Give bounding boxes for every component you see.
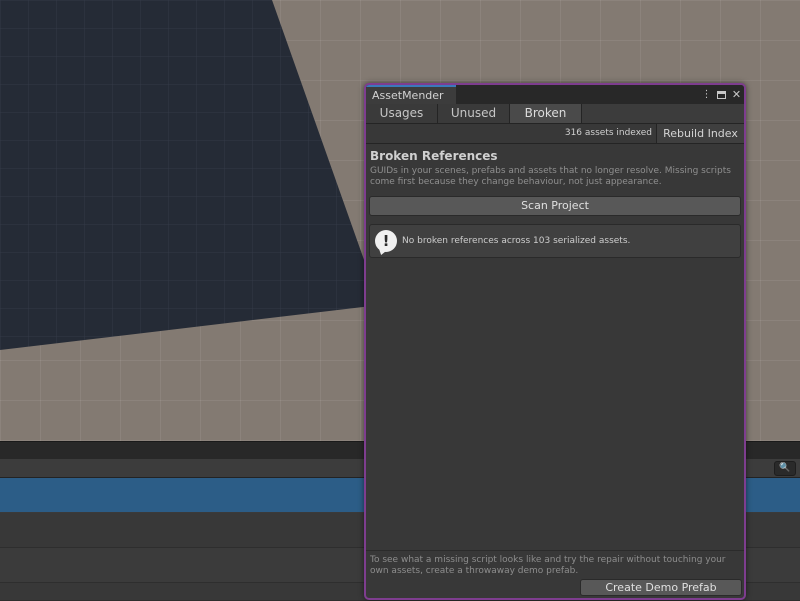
window-title-tab[interactable]: AssetMender xyxy=(366,85,456,104)
close-icon[interactable]: ✕ xyxy=(731,88,742,102)
maximize-glyph xyxy=(717,90,726,99)
window-controls: ⋮ ✕ xyxy=(701,86,742,103)
footer-divider xyxy=(366,550,744,551)
tab-broken[interactable]: Broken xyxy=(510,104,582,123)
section-title: Broken References xyxy=(370,149,498,163)
exclamation-icon: ! xyxy=(375,230,397,252)
mode-tabs: Usages Unused Broken xyxy=(366,104,744,124)
create-demo-prefab-button[interactable]: Create Demo Prefab xyxy=(580,579,742,596)
window-titlebar[interactable]: AssetMender ⋮ ✕ xyxy=(366,85,744,104)
tab-unused[interactable]: Unused xyxy=(438,104,510,123)
section-description: GUIDs in your scenes, prefabs and assets… xyxy=(370,166,731,187)
rebuild-index-button[interactable]: Rebuild Index xyxy=(656,124,744,143)
index-toolbar: 316 assets indexed Rebuild Index xyxy=(366,124,744,144)
tab-usages[interactable]: Usages xyxy=(366,104,438,123)
assetmender-window: AssetMender ⋮ ✕ Usages Unused Broken 316… xyxy=(364,83,746,600)
footer-hint: To see what a missing script looks like … xyxy=(370,555,726,576)
result-message: No broken references across 103 serializ… xyxy=(402,236,631,246)
indexed-count: 316 assets indexed xyxy=(564,128,652,138)
more-icon[interactable]: ⋮ xyxy=(701,88,712,102)
result-helpbox: ! No broken references across 103 serial… xyxy=(369,224,741,258)
maximize-icon[interactable] xyxy=(716,88,727,102)
search-icon[interactable]: 🔍 xyxy=(774,461,796,476)
scan-project-button[interactable]: Scan Project xyxy=(369,196,741,216)
